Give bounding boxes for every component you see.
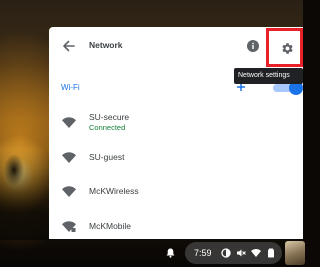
wifi-icon: [251, 249, 261, 257]
annotation-highlight-box: [266, 28, 303, 67]
wifi-signal-icon: [62, 117, 76, 128]
network-panel: Network Wi-Fi SU-secure Connected SU-gue…: [49, 27, 303, 239]
screen-capture-icon: [221, 248, 231, 258]
network-item-su-secure[interactable]: SU-secure Connected: [49, 107, 303, 137]
network-name: McKWireless: [89, 186, 139, 196]
avatar[interactable]: [285, 241, 305, 265]
network-name: SU-secure: [89, 112, 130, 122]
network-item-mckwireless[interactable]: McKWireless: [49, 178, 303, 208]
arrow-left-icon[interactable]: [61, 38, 77, 54]
network-name: McKMobile: [89, 221, 132, 231]
wifi-label: Wi-Fi: [61, 83, 80, 92]
network-settings-tooltip: Network settings: [234, 68, 303, 84]
page-title: Network: [89, 40, 123, 50]
network-status: Connected: [89, 123, 126, 132]
shelf: 7:59: [0, 239, 305, 267]
wifi-signal-icon: [62, 186, 76, 197]
wifi-secure-icon: [62, 221, 76, 232]
network-name: SU-guest: [89, 152, 125, 162]
panel-header: Network: [49, 27, 303, 69]
network-item-su-guest[interactable]: SU-guest: [49, 144, 303, 174]
wallpaper-tree-silhouette: [0, 150, 50, 240]
info-icon[interactable]: [247, 40, 259, 52]
battery-icon: [268, 248, 274, 258]
wifi-signal-icon: [62, 152, 76, 163]
network-item-mckmobile[interactable]: McKMobile: [49, 213, 303, 239]
mute-icon: [237, 249, 246, 257]
status-tray[interactable]: 7:59: [185, 242, 282, 264]
bell-icon[interactable]: [166, 248, 175, 258]
clock-time: 7:59: [194, 248, 212, 258]
